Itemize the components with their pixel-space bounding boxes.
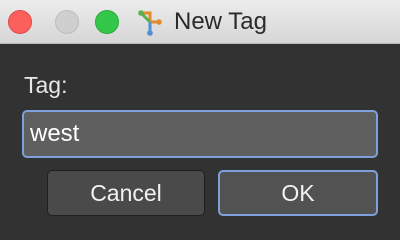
git-branch-icon	[138, 10, 162, 36]
zoom-window-button[interactable]	[95, 10, 119, 34]
new-tag-dialog: New Tag Tag: Cancel OK	[0, 0, 400, 240]
tag-label: Tag:	[24, 72, 68, 98]
ok-button[interactable]: OK	[218, 170, 378, 216]
title-bar[interactable]: New Tag	[0, 0, 400, 44]
minimize-window-button[interactable]	[55, 10, 79, 34]
close-window-button[interactable]	[8, 10, 32, 34]
window-title: New Tag	[174, 8, 267, 35]
tag-name-input[interactable]	[22, 110, 378, 158]
cancel-button[interactable]: Cancel	[47, 170, 205, 216]
